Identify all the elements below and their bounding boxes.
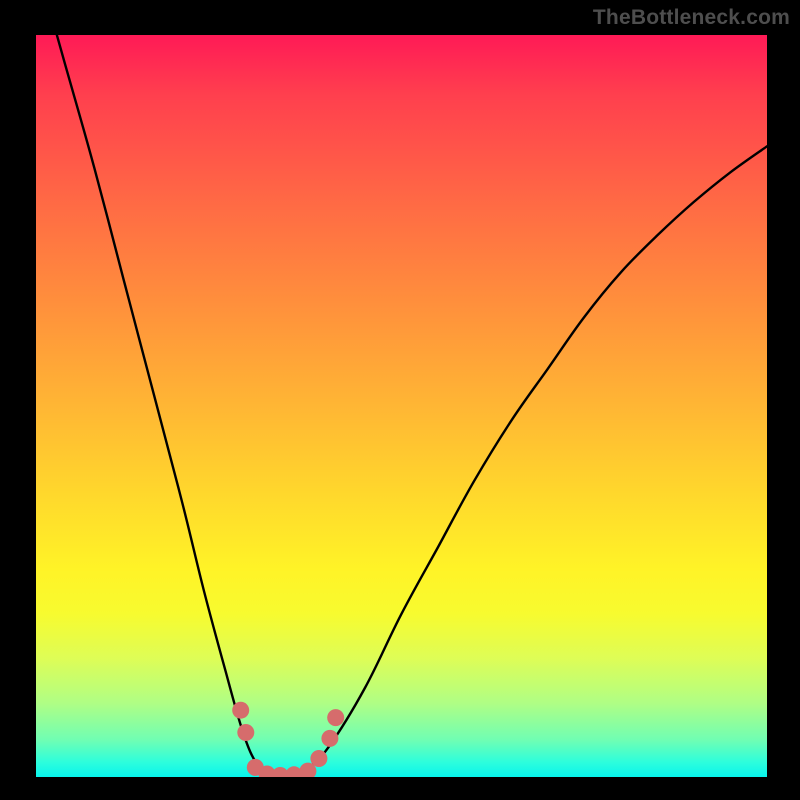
watermark-text: TheBottleneck.com bbox=[593, 6, 790, 30]
curve-marker bbox=[321, 730, 338, 747]
plot-area bbox=[36, 35, 767, 777]
curve-marker bbox=[237, 724, 254, 741]
curve-marker bbox=[327, 709, 344, 726]
curve-layer bbox=[36, 35, 767, 777]
curve-marker bbox=[310, 750, 327, 767]
bottleneck-curve bbox=[36, 35, 767, 777]
curve-markers bbox=[232, 702, 344, 777]
curve-marker bbox=[232, 702, 249, 719]
chart-frame: TheBottleneck.com bbox=[0, 0, 800, 800]
